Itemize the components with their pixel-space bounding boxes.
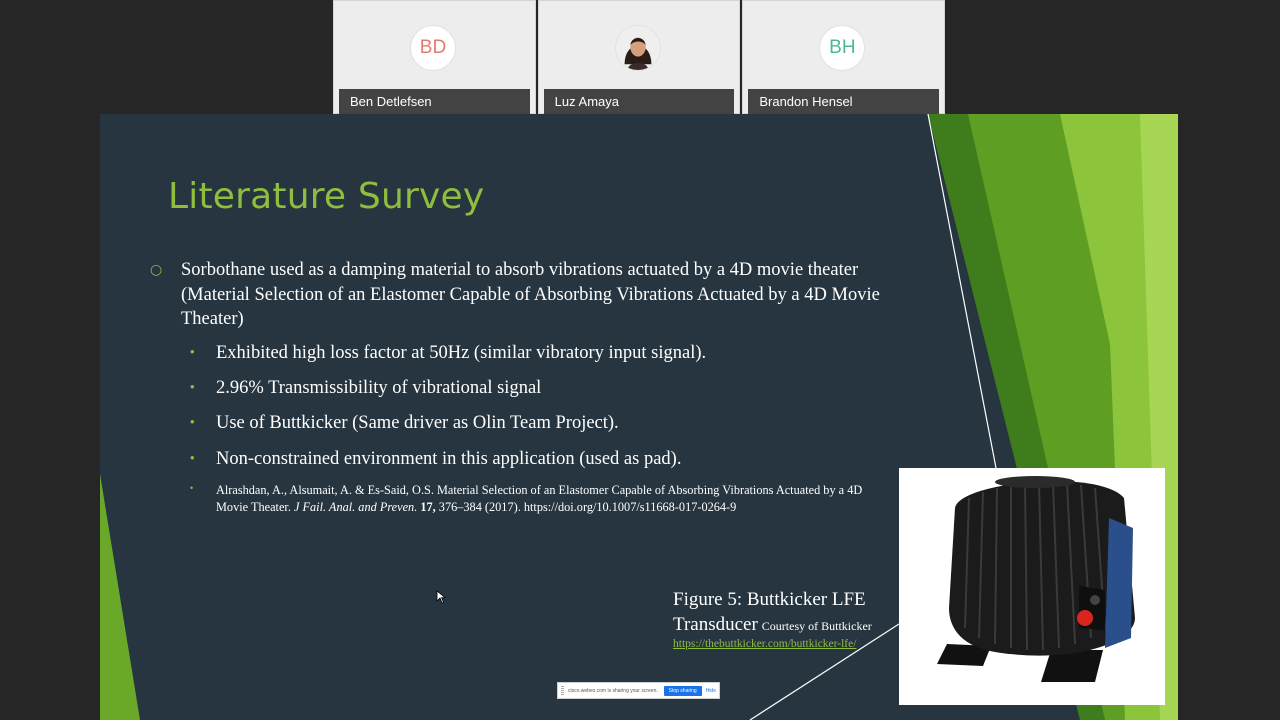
bullet-marker: ○ bbox=[150, 262, 163, 278]
buttkicker-image bbox=[899, 468, 1165, 705]
sub-bullet-text: Exhibited high loss factor at 50Hz (simi… bbox=[216, 343, 707, 363]
bullet-marker: • bbox=[190, 483, 194, 493]
sub-bullet-text: Non-constrained environment in this appl… bbox=[216, 449, 682, 469]
participant-name: Luz Amaya bbox=[543, 89, 735, 115]
drag-handle-icon[interactable] bbox=[561, 686, 564, 695]
sharing-message: cisco.webex.com is sharing your screen. bbox=[568, 687, 658, 694]
participant-tile[interactable]: BH Brandon Hensel bbox=[742, 0, 946, 115]
hide-button[interactable]: Hide bbox=[706, 688, 716, 694]
participant-name: Brandon Hensel bbox=[748, 89, 940, 115]
shared-slide: Literature Survey ○ Sorbothane used as a… bbox=[100, 114, 1178, 720]
bullet-marker: • bbox=[190, 414, 195, 429]
mouse-cursor-icon bbox=[436, 590, 446, 604]
reference-volume: 17, bbox=[420, 499, 436, 514]
avatar: BH bbox=[819, 25, 866, 71]
screen-sharing-bar: cisco.webex.com is sharing your screen. … bbox=[557, 682, 720, 699]
bullet-marker: • bbox=[190, 379, 195, 394]
participant-tile[interactable]: Luz Amaya bbox=[537, 0, 741, 115]
avatar: BD bbox=[410, 25, 456, 71]
main-bullet-text: Sorbothane used as a damping material to… bbox=[181, 260, 880, 329]
participant-tile[interactable]: BD Ben Detlefsen bbox=[333, 0, 536, 115]
reference-journal: J Fail. Anal. and Preven. bbox=[293, 499, 418, 514]
participant-name: Ben Detlefsen bbox=[339, 89, 530, 115]
reference-citation: Alrashdan, A., Alsumait, A. & Es-Said, O… bbox=[216, 482, 891, 515]
sub-bullet-text: Use of Buttkicker (Same driver as Olin T… bbox=[216, 413, 619, 433]
figure-link[interactable]: https://thebuttkicker.com/buttkicker-lfe… bbox=[673, 637, 913, 652]
sub-bullet-text: 2.96% Transmissibility of vibrational si… bbox=[216, 378, 542, 398]
bullet-marker: • bbox=[190, 344, 195, 359]
figure-caption: Figure 5: Buttkicker LFE Transducer Cour… bbox=[673, 587, 913, 652]
stop-sharing-button[interactable]: Stop sharing bbox=[663, 685, 702, 696]
reference-pages: 376–384 (2017). https://doi.org/10.1007/… bbox=[438, 499, 737, 514]
figure-credit: Courtesy of Buttkicker bbox=[761, 619, 872, 633]
slide-title: Literature Survey bbox=[168, 176, 485, 217]
avatar bbox=[614, 25, 661, 71]
bullet-marker: • bbox=[190, 450, 195, 465]
participant-strip: BD Ben Detlefsen Luz Amaya BH Brandon He… bbox=[333, 0, 946, 115]
